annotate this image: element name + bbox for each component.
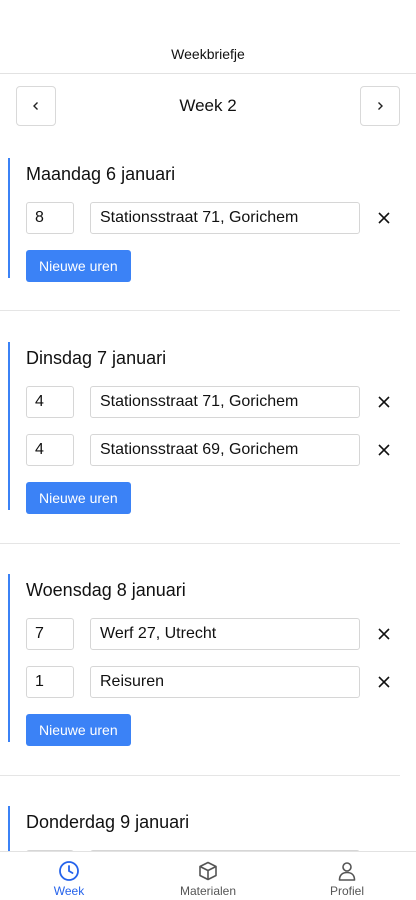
tab-materialen[interactable]: Materialen (139, 852, 277, 900)
close-icon (378, 444, 390, 456)
location-input[interactable] (90, 434, 360, 466)
remove-entry-button[interactable] (374, 672, 394, 692)
new-hours-button[interactable]: Nieuwe uren (26, 250, 131, 282)
days-list[interactable]: Maandag 6 januari Nieuwe uren Dinsdag 7 … (0, 138, 416, 851)
new-hours-button[interactable]: Nieuwe uren (26, 482, 131, 514)
hours-input[interactable] (26, 618, 74, 650)
hour-entry (26, 666, 400, 698)
day-section-donderdag: Donderdag 9 januari (8, 806, 400, 851)
hour-entry (26, 202, 400, 234)
tab-label: Materialen (179, 884, 237, 898)
location-input[interactable] (90, 618, 360, 650)
day-section-dinsdag: Dinsdag 7 januari Nieuwe uren (8, 342, 400, 514)
page-title: Weekbriefje (171, 46, 245, 62)
close-icon (378, 676, 390, 688)
location-input[interactable] (90, 202, 360, 234)
hour-entry (26, 386, 400, 418)
close-icon (378, 212, 390, 224)
day-title: Woensdag 8 januari (26, 580, 186, 600)
day-title: Donderdag 9 januari (26, 812, 190, 832)
remove-entry-button[interactable] (374, 440, 394, 460)
location-input[interactable] (90, 386, 360, 418)
close-icon (378, 628, 390, 640)
divider (0, 543, 400, 544)
bottom-tab-bar: Week Materialen Profiel (0, 851, 416, 900)
day-title: Dinsdag 7 januari (26, 348, 167, 368)
hours-input[interactable] (26, 386, 74, 418)
week-label: Week 2 (179, 96, 237, 115)
hours-input[interactable] (26, 202, 74, 234)
hours-input[interactable] (26, 434, 74, 466)
close-icon (378, 396, 390, 408)
top-bar: Weekbriefje (0, 0, 416, 74)
tab-week[interactable]: Week (0, 852, 138, 900)
day-section-woensdag: Woensdag 8 januari Nieuwe uren (8, 574, 400, 746)
next-week-button[interactable] (360, 86, 400, 126)
box-icon (199, 861, 217, 881)
day-title: Maandag 6 januari (26, 164, 176, 184)
hour-entry (26, 434, 400, 466)
week-navigator: Week 2 (0, 74, 416, 138)
divider (0, 775, 400, 776)
chevron-right-icon (378, 102, 383, 110)
tab-label: Week (53, 884, 85, 898)
remove-entry-button[interactable] (374, 392, 394, 412)
tab-profiel[interactable]: Profiel (278, 852, 416, 900)
new-hours-button[interactable]: Nieuwe uren (26, 714, 131, 746)
remove-entry-button[interactable] (374, 208, 394, 228)
clock-icon (59, 861, 79, 881)
divider (0, 310, 400, 311)
remove-entry-button[interactable] (374, 624, 394, 644)
location-input[interactable] (90, 666, 360, 698)
user-icon (338, 862, 356, 881)
day-section-maandag: Maandag 6 januari Nieuwe uren (8, 158, 400, 282)
tab-label: Profiel (329, 884, 364, 898)
hours-input[interactable] (26, 666, 74, 698)
hour-entry (26, 618, 400, 650)
